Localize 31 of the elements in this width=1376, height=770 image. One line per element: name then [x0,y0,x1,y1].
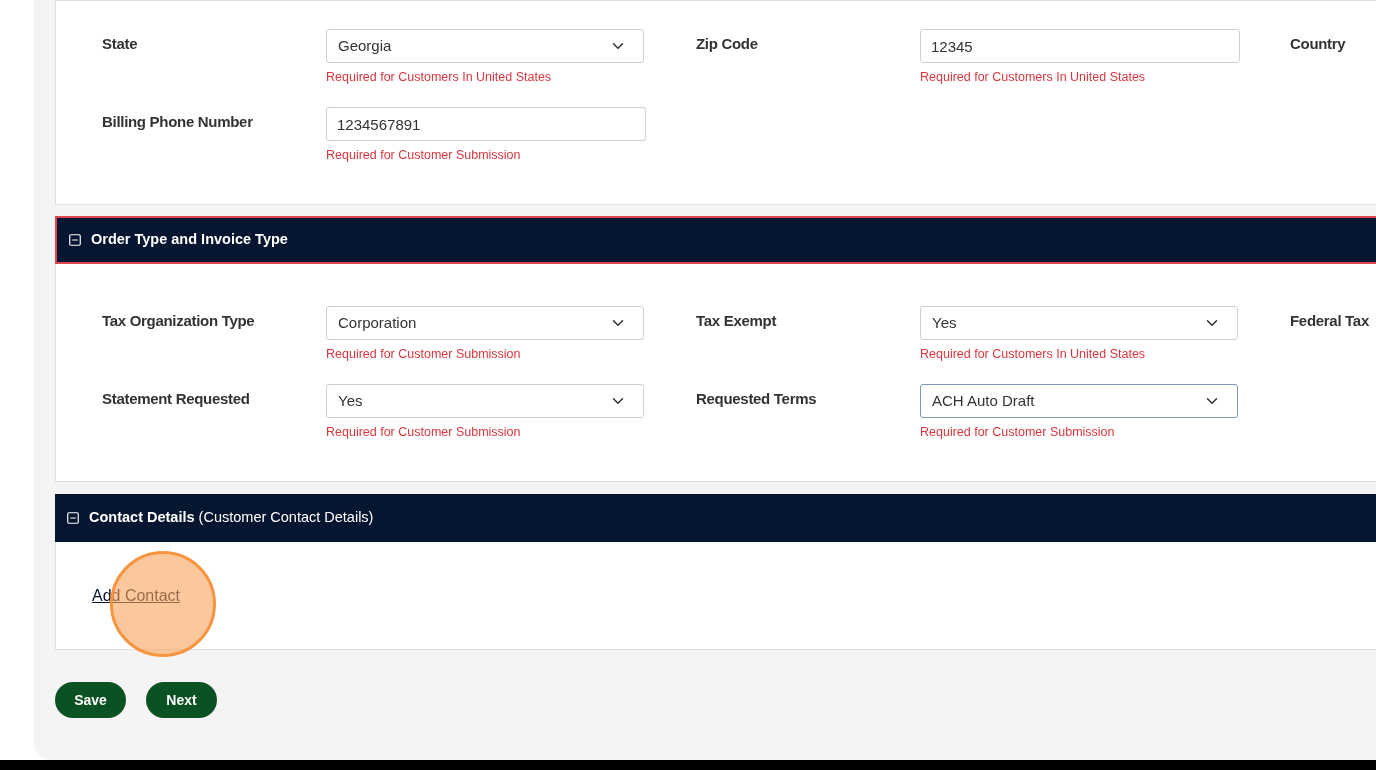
validation-hint: Required for Customer Submission [326,147,522,164]
field-label: Tax Organization Type [102,312,255,329]
collapse-icon [68,233,82,247]
field-label: Billing Phone Number [102,113,253,130]
section-header[interactable]: Contact Details (Customer Contact Details) [55,494,1376,542]
field-label: Requested Terms [696,390,817,407]
dropdown[interactable]: ACH Auto Draft [920,384,1238,418]
field-label: Country [1290,35,1346,52]
input-field[interactable]: 1234567891 [326,107,646,141]
validation-hint: Required for Customers In United States [920,346,1147,363]
section-header[interactable]: Order Type and Invoice Type [55,216,1376,264]
section-title: Contact Details (Customer Contact Details) [89,508,374,528]
field-label: Statement Requested [102,390,250,407]
field-label: Federal Tax [1290,312,1369,329]
action-button[interactable]: Save [55,682,126,718]
validation-hint: Required for Customers In United States [920,69,1147,86]
dropdown[interactable]: Yes [920,306,1238,340]
field-label: Zip Code [696,35,758,52]
dropdown[interactable]: Georgia [326,29,644,63]
validation-hint: Required for Customers In United States [326,69,553,86]
section-title: Order Type and Invoice Type [91,230,288,250]
field-label: State [102,35,138,52]
collapse-icon [66,511,80,525]
validation-hint: Required for Customer Submission [326,424,522,441]
field-label: Tax Exempt [696,312,777,329]
dropdown[interactable]: Corporation [326,306,644,340]
input-field[interactable]: 12345 [920,29,1240,63]
dropdown[interactable]: Yes [326,384,644,418]
validation-hint: Required for Customer Submission [920,424,1116,441]
action-button[interactable]: Next [146,682,217,718]
validation-hint: Required for Customer Submission [326,346,522,363]
